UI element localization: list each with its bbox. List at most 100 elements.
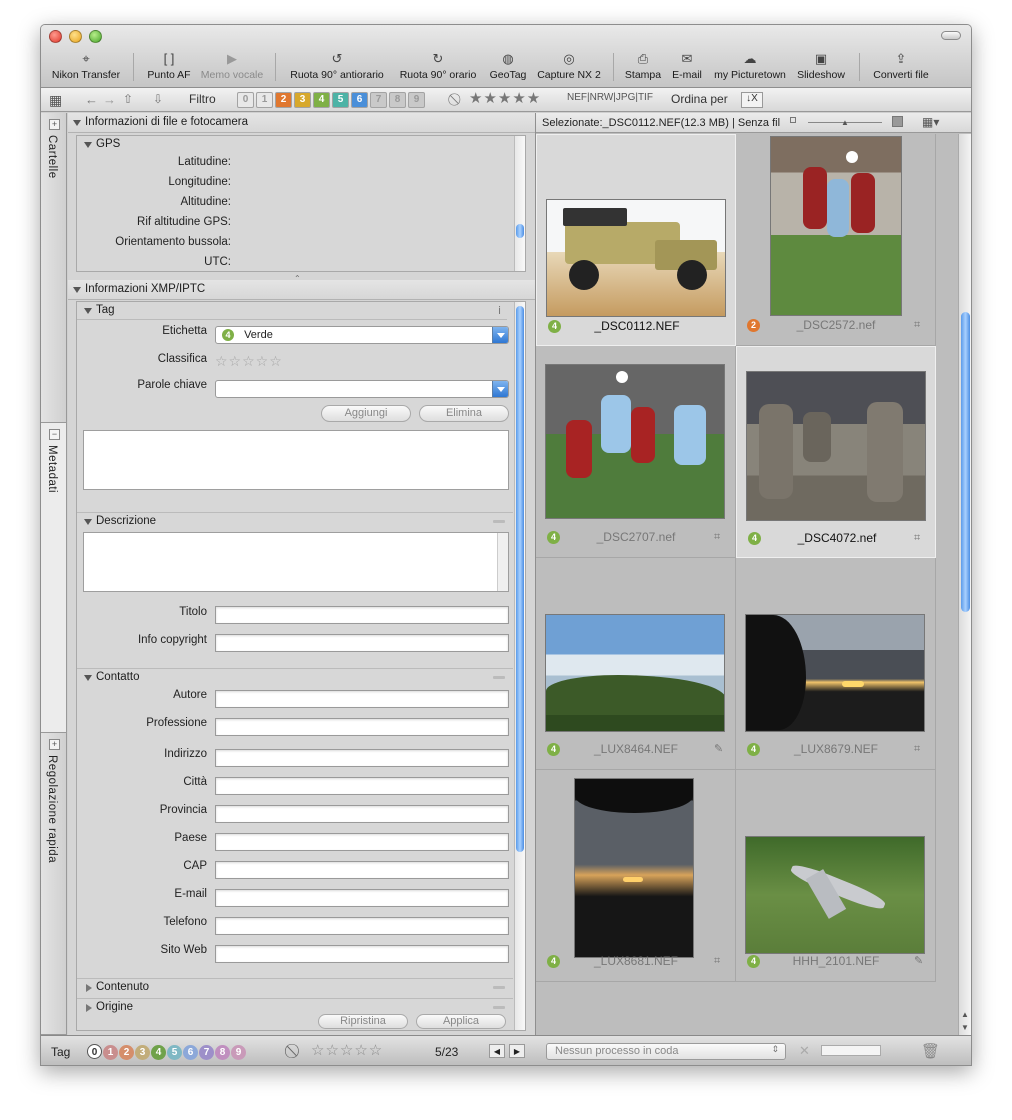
keywords-combo[interactable] [215,380,509,398]
thumbnail-cell[interactable]: 2 _DSC2572.nef ⌗ [736,134,936,346]
thumbnail-image[interactable] [546,199,726,317]
label-filter-9[interactable]: 9 [408,92,425,108]
section-collapse-icon[interactable] [493,676,505,679]
cancel-process-icon[interactable]: ✕ [799,1043,810,1059]
disclosure-triangle-icon[interactable] [84,142,92,148]
expand-icon[interactable]: + [49,739,60,750]
thumbnail-image[interactable] [745,836,925,954]
expand-icon[interactable]: + [49,119,60,130]
rating-stars[interactable]: ☆☆☆☆☆ [215,353,283,370]
file-camera-info-header[interactable]: Informazioni di file e fotocamera [68,113,535,133]
thumbnail-cell[interactable]: 4 _DSC4072.nef ⌗ [736,346,936,558]
label-ring-7[interactable]: 7 [199,1045,214,1060]
tag-header[interactable]: Tag ⅰ [77,302,507,320]
sort-order-button[interactable]: ↓X [741,92,763,108]
status-rating-stars[interactable]: ☆☆☆☆☆ [311,1041,383,1059]
rotate-ccw-button[interactable]: ↺ Ruota 90° antiorario [287,51,387,81]
xmp-scrollbar[interactable] [514,302,525,1030]
next-image-button[interactable]: ▶ [509,1044,525,1058]
label-filter-0[interactable]: 0 [237,92,254,108]
title-input[interactable] [215,606,509,624]
section-collapse-icon[interactable] [493,1006,505,1009]
disclosure-triangle-icon[interactable] [84,675,92,681]
close-button[interactable] [49,30,62,43]
scroll-thumb[interactable] [961,312,970,612]
view-mode-icon[interactable]: ▦▾ [922,115,939,129]
label-ring-6[interactable]: 6 [183,1045,198,1060]
label-ring-9[interactable]: 9 [231,1045,246,1060]
gps-header[interactable]: GPS [77,136,507,154]
disclosure-triangle-icon[interactable] [84,519,92,525]
label-ring-3[interactable]: 3 [135,1045,150,1060]
thumbnail-cell[interactable]: 4 _DSC0112.NEF [536,134,736,346]
favorite-folder-icon[interactable]: ⇩ [153,92,163,106]
label-ring-1[interactable]: 1 [103,1045,118,1060]
thumbnail-image[interactable] [545,364,725,519]
label-ring-2[interactable]: 2 [119,1045,134,1060]
thumbnail-cell[interactable]: 4 _LUX8679.NEF ⌗ [736,558,936,770]
contact-input[interactable] [215,777,509,795]
keywords-list[interactable] [83,430,509,490]
description-header[interactable]: Descrizione [77,512,513,530]
disclosure-triangle-icon[interactable] [84,308,92,314]
up-folder-icon[interactable]: ⇧ [123,92,133,106]
label-filter-6[interactable]: 6 [351,92,368,108]
label-ring-5[interactable]: 5 [167,1045,182,1060]
capture-nx-button[interactable]: ◎ Capture NX 2 [535,51,603,81]
contact-input[interactable] [215,889,509,907]
label-ring-4[interactable]: 4 [151,1045,166,1060]
section-collapse-icon[interactable] [493,986,505,989]
thumbnail-cell[interactable]: 4 _LUX8464.NEF ✎ [536,558,736,770]
contact-input[interactable] [215,945,509,963]
chevron-down-icon[interactable] [492,381,508,397]
label-filter-5[interactable]: 5 [332,92,349,108]
forward-arrow-icon[interactable]: → [103,92,116,107]
rating-filter-stars[interactable]: ★★★★★ [469,89,541,107]
prev-image-button[interactable]: ◀ [489,1044,505,1058]
collapse-icon[interactable]: − [49,429,60,440]
thumbnail-image[interactable] [545,614,725,732]
contact-input[interactable] [215,805,509,823]
contact-input[interactable] [215,690,509,708]
label-filter-2[interactable]: 2 [275,92,292,108]
thumbnail-image[interactable] [745,614,925,732]
section-collapse-icon[interactable] [493,520,505,523]
contact-input[interactable] [215,833,509,851]
email-button[interactable]: ✉ E-mail [669,51,705,81]
voice-memo-button[interactable]: ▶ Memo vocale [199,51,265,81]
scroll-up-icon[interactable]: ▲ [961,1010,969,1019]
tab-quick-adjust[interactable]: + Regolazione rapida [41,733,67,1035]
disclosure-triangle-icon[interactable] [86,984,92,992]
minimize-button[interactable] [69,30,82,43]
thumbnail-image[interactable] [770,136,902,316]
trash-icon[interactable]: 🗑 [921,1042,940,1060]
af-point-button[interactable]: [ ] Punto AF [145,51,193,81]
label-filter-3[interactable]: 3 [294,92,311,108]
xmp-iptc-header[interactable]: Informazioni XMP/IPTC [68,280,535,300]
contact-input[interactable] [215,718,509,736]
reset-button[interactable]: Ripristina [318,1014,408,1029]
stepper-icon[interactable]: ⇕ [771,1044,779,1055]
browser-scrollbar[interactable]: ▲ ▼ [958,134,971,1035]
copyright-input[interactable] [215,634,509,652]
rotate-cw-button[interactable]: ↻ Ruota 90° orario [397,51,479,81]
label-filter-1[interactable]: 1 [256,92,273,108]
disclosure-triangle-icon[interactable] [86,1004,92,1012]
contact-input[interactable] [215,749,509,767]
thumbnail-image[interactable] [574,778,694,958]
back-arrow-icon[interactable]: ← [85,92,98,107]
chevron-down-icon[interactable] [492,327,508,343]
label-filter-8[interactable]: 8 [389,92,406,108]
gps-scrollbar[interactable] [514,136,525,271]
slideshow-button[interactable]: ▣ Slideshow [795,51,847,81]
thumbnail-cell[interactable]: 4 HHH_2101.NEF ✎ [736,770,936,982]
convert-file-button[interactable]: ⇪ Converti file [869,51,933,81]
toolbar-toggle-button[interactable] [941,31,961,40]
delete-keyword-button[interactable]: Elimina [419,405,509,422]
scroll-down-icon[interactable]: ▼ [961,1023,969,1032]
contact-input[interactable] [215,861,509,879]
description-textarea[interactable] [83,532,509,592]
thumbnail-cell[interactable]: 4 _DSC2707.nef ⌗ [536,346,736,558]
thumbnail-cell[interactable]: 4 _LUX8681.NEF ⌗ [536,770,736,982]
contact-header[interactable]: Contatto [77,668,513,686]
